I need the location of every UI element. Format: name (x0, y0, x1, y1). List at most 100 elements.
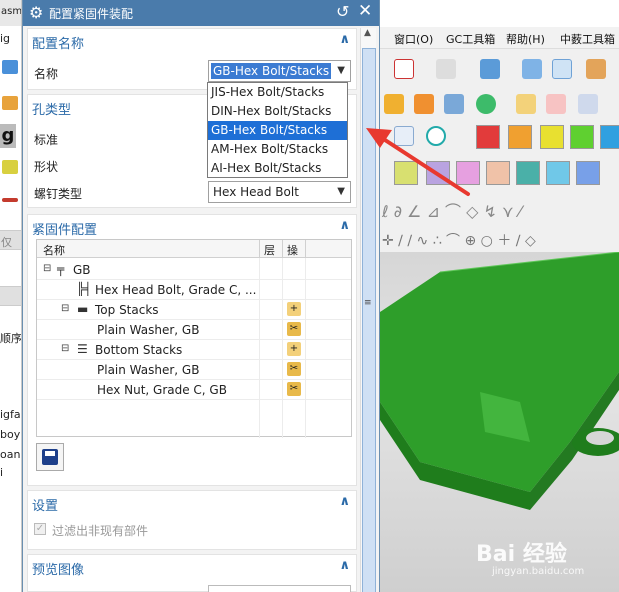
color-cyan-swatch[interactable] (546, 161, 570, 185)
constraint-icon[interactable] (476, 94, 496, 114)
column-name[interactable]: 名称 (43, 242, 65, 258)
edit-tool-icon[interactable]: ✂ (287, 362, 301, 376)
color-pink-swatch[interactable] (456, 161, 480, 185)
g-icon[interactable]: g (0, 124, 16, 148)
section-title[interactable]: 紧固件配置 (32, 219, 97, 238)
scroll-thumb[interactable] (362, 48, 376, 592)
snap-tools-icons[interactable]: ✛ ∕ ∕ ∿ ∴ ⌒ ⊕ ○ ＋ ∕ ◇ (382, 230, 536, 250)
section-title[interactable]: 配置名称 (32, 33, 84, 52)
column-op[interactable]: 操 (287, 242, 298, 258)
dialog-scrollbar[interactable]: ▲ ≡ (360, 28, 376, 592)
edit-tool-icon[interactable]: ✂ (287, 382, 301, 396)
shape-label: 形状 (34, 160, 59, 174)
cube-icon[interactable] (2, 60, 18, 74)
color-red-swatch[interactable] (476, 125, 500, 149)
section-title[interactable]: 预览图像 (32, 559, 84, 578)
section-title[interactable]: 设置 (32, 495, 58, 514)
chevron-up-icon[interactable]: ∧ (339, 558, 350, 573)
color-blue-swatch[interactable] (600, 125, 619, 149)
config-name-select[interactable]: GB-Hex Bolt/Stacks ▼ (208, 60, 351, 82)
screw-type-label: 螺钉类型 (34, 187, 83, 201)
section-fastener-config: 紧固件配置 ∧ 名称 层 操 ⊟ ╤ GB ╠╡ Hex Head Bolt, … (27, 214, 357, 486)
save-button[interactable] (36, 443, 64, 471)
collapse-icon[interactable]: ⊟ (61, 343, 69, 354)
tree-row[interactable]: Plain Washer, GB ✂ (37, 360, 351, 380)
section-title[interactable]: 孔类型 (32, 99, 71, 118)
dropdown-option[interactable]: DIN-Hex Bolt/Stacks (208, 102, 347, 121)
menu-help[interactable]: 帮助(H) (506, 31, 545, 47)
tree-row[interactable]: Hex Nut, Grade C, GB ✂ (37, 380, 351, 400)
screw-type-select[interactable]: Hex Head Bolt ▼ (208, 181, 351, 203)
color-olive-swatch[interactable] (394, 161, 418, 185)
dialog-title: 配置紧固件装配 (49, 7, 134, 21)
chevron-down-icon[interactable]: ▼ (337, 186, 345, 197)
scroll-up-icon[interactable]: ▲ (364, 28, 371, 38)
tree-row[interactable]: Plain Washer, GB ✂ (37, 320, 351, 340)
column-layer[interactable]: 层 (264, 242, 275, 258)
swatch-icon[interactable] (2, 160, 18, 174)
fit-view-icon[interactable] (394, 59, 414, 79)
color-periwinkle-swatch[interactable] (576, 161, 600, 185)
chevron-down-icon[interactable]: ▼ (337, 65, 345, 76)
tree-label: Hex Head Bolt, Grade C, ... (95, 283, 257, 297)
tree-row[interactable]: ⊟ ▬ Top Stacks + (37, 300, 351, 320)
menu-gc-toolbox[interactable]: GC工具箱 (446, 31, 495, 47)
array-icon[interactable] (414, 94, 434, 114)
standard-label: 标准 (34, 133, 59, 147)
pattern-icon[interactable] (384, 94, 404, 114)
color-peach-swatch[interactable] (486, 161, 510, 185)
left-strip-filter[interactable]: 仅 (0, 230, 21, 250)
chevron-up-icon[interactable]: ∧ (339, 32, 350, 47)
clip-icon[interactable] (546, 94, 566, 114)
color-teal-swatch[interactable] (516, 161, 540, 185)
menu-cn-toolbox[interactable]: 中薮工具箱 (560, 31, 615, 47)
reset-icon[interactable]: ↺ (336, 2, 349, 21)
render-icon[interactable] (436, 59, 456, 79)
add-component-icon[interactable]: + (287, 302, 301, 316)
feature-icon[interactable] (2, 96, 18, 110)
app-titlebar (380, 0, 619, 27)
eraser-icon[interactable] (578, 94, 598, 114)
collapse-icon[interactable]: ⊟ (61, 303, 69, 314)
dropdown-option[interactable]: AI-Hex Bolt/Stacks (208, 159, 347, 178)
section-settings: 设置 ∧ ✓ 过滤出非现有部件 (27, 490, 357, 550)
dropdown-option[interactable]: JIS-Hex Bolt/Stacks (208, 83, 347, 102)
toolbar-row-1 (380, 54, 619, 84)
move-icon[interactable] (444, 94, 464, 114)
color-orange-swatch[interactable] (508, 125, 532, 149)
toolbar-row-4 (380, 158, 619, 188)
color-wheel-icon[interactable] (426, 126, 446, 146)
baidu-watermark: Bai 经验 (476, 542, 567, 567)
chevron-up-icon[interactable]: ∧ (339, 218, 350, 233)
tree-row[interactable]: ⊟ ╤ GB (37, 260, 351, 280)
tree-row[interactable]: ⊟ ☰ Bottom Stacks + (37, 340, 351, 360)
left-strip-text: oan (0, 448, 21, 461)
filter-checkbox[interactable]: ✓ (34, 523, 46, 535)
dropdown-option-selected[interactable]: GB-Hex Bolt/Stacks (208, 121, 347, 140)
cube-shaded-icon[interactable] (480, 59, 500, 79)
assembly-icon[interactable] (394, 126, 414, 146)
tree-row[interactable]: ╠╡ Hex Head Bolt, Grade C, ... (37, 280, 351, 300)
section-icon[interactable] (586, 59, 606, 79)
add-component-icon[interactable]: + (287, 342, 301, 356)
collapse-icon[interactable]: ⊟ (43, 263, 51, 274)
wireframe-icon[interactable] (552, 59, 572, 79)
dropdown-option[interactable]: AM-Hex Bolt/Stacks (208, 140, 347, 159)
menu-window[interactable]: 窗口(O) (394, 31, 433, 47)
filter-label: 过滤出非现有部件 (52, 524, 149, 538)
close-icon[interactable]: ✕ (358, 1, 372, 21)
sketch-tools-icons[interactable]: ℓ ∂ ∠ ⊿ ⌒ ◇ ↯ ⋎ ⁄ (382, 198, 521, 222)
cube-view-icon[interactable] (522, 59, 542, 79)
config-name-value: GB-Hex Bolt/Stacks (211, 63, 332, 79)
edit-tool-icon[interactable]: ✂ (287, 322, 301, 336)
left-strip-text: boy (0, 428, 21, 441)
column-divider (282, 240, 283, 258)
configure-fastener-dialog: ⚙ 配置紧固件装配 ↺ ✕ 配置名称 ∧ 名称 GB-Hex Bolt/Stac… (22, 0, 380, 592)
color-lavender-swatch[interactable] (426, 161, 450, 185)
color-yellow-swatch[interactable] (540, 125, 564, 149)
color-green-swatch[interactable] (570, 125, 594, 149)
stack-icon: ☰ (77, 342, 88, 356)
fastener-tree: 名称 层 操 ⊟ ╤ GB ╠╡ Hex Head Bolt, Grade C,… (36, 239, 352, 438)
box-icon[interactable] (516, 94, 536, 114)
chevron-up-icon[interactable]: ∧ (339, 494, 350, 509)
